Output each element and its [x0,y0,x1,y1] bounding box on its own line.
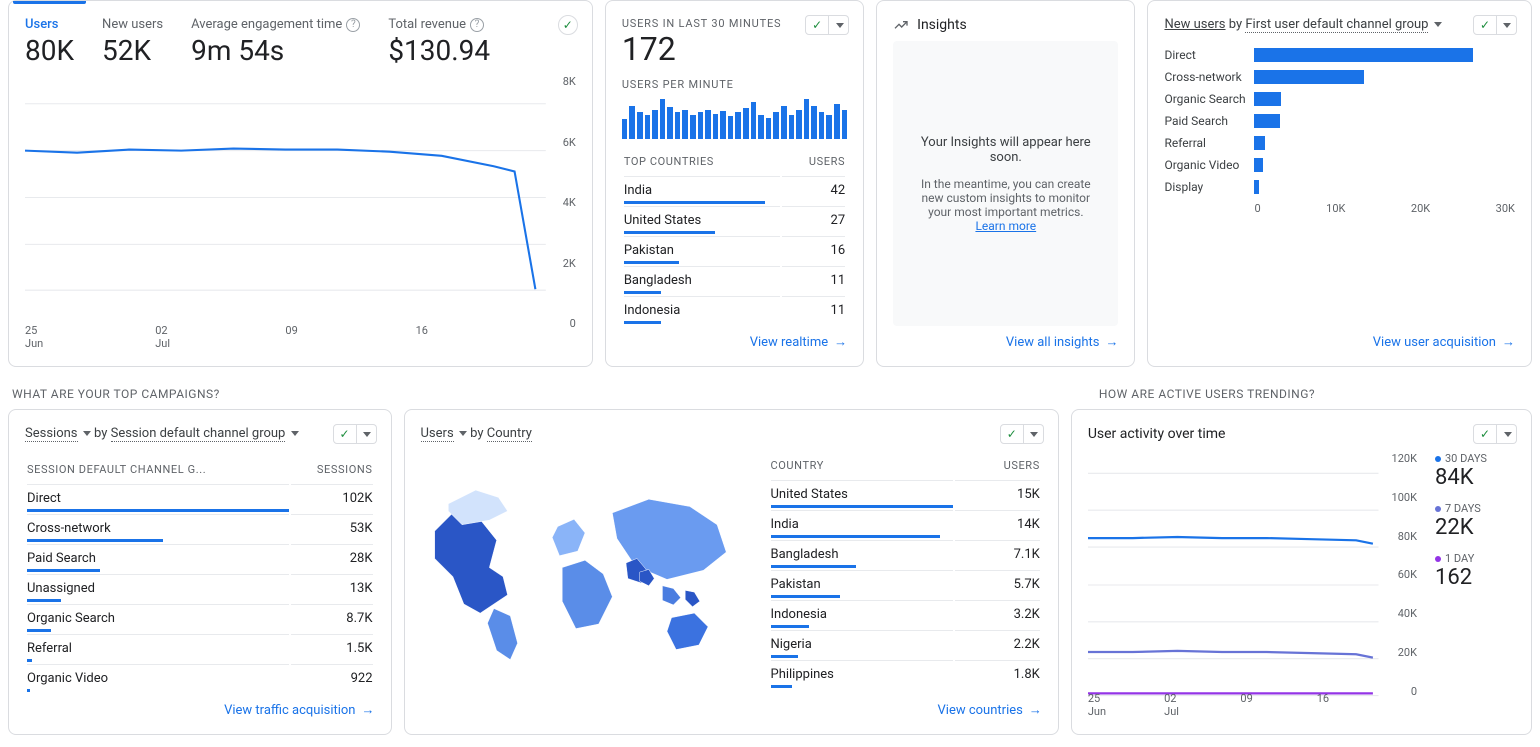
legend-item: 7 DAYS22K [1435,502,1515,540]
table-row[interactable]: India42 [624,176,845,204]
hbar-row: Organic Search [1164,88,1515,110]
table-row[interactable]: Pakistan16 [624,236,845,264]
hbar-row: Cross-network [1164,66,1515,88]
new-users-bar-chart: DirectCross-networkOrganic SearchPaid Se… [1164,44,1515,198]
metric-users[interactable]: Users80K [25,17,74,67]
table-row[interactable]: United States27 [624,206,845,234]
col-users: USERS [782,149,845,174]
table-row[interactable]: Unassigned13K [27,574,373,602]
status-check-icon[interactable]: ✓ [333,424,357,444]
arrow-right-icon: → [1502,334,1515,350]
view-traffic-acquisition-link[interactable]: View traffic acquisition → [224,702,374,718]
col-country: COUNTRY [771,453,953,478]
world-map [421,481,749,663]
arrow-right-icon: → [1029,702,1042,718]
table-row[interactable]: Indonesia3.2K [771,600,1040,628]
insights-sub: In the meantime, you can create new cust… [921,177,1091,219]
spark-title: USERS PER MINUTE [622,78,847,91]
hbar-row: Direct [1164,44,1515,66]
hbar-row: Referral [1164,132,1515,154]
metric-total-revenue[interactable]: Total revenue ?$130.94 [388,17,490,67]
hbar-row: Paid Search [1164,110,1515,132]
arrow-right-icon: → [1105,334,1118,350]
table-row[interactable]: Pakistan5.7K [771,570,1040,598]
insights-title: Insights [917,17,967,33]
insights-icon [893,17,909,33]
learn-more-link[interactable]: Learn more [975,219,1036,233]
view-user-acquisition-link[interactable]: View user acquisition → [1373,334,1515,350]
col-sessions: SESSIONS [291,457,372,482]
status-check-icon[interactable]: ✓ [558,15,578,35]
view-realtime-link[interactable]: View realtime → [750,334,847,350]
table-row[interactable]: Direct102K [27,484,373,512]
arrow-right-icon: → [834,334,847,350]
section-trending: HOW ARE ACTIVE USERS TRENDING? [1099,387,1532,401]
section-campaigns: WHAT ARE YOUR TOP CAMPAIGNS? [12,387,1095,401]
metric-new-users[interactable]: New users52K [102,17,163,67]
table-row[interactable]: Nigeria2.2K [771,630,1040,658]
chevron-down-icon[interactable] [1024,424,1044,444]
hbar-row: Organic Video [1164,154,1515,176]
col-channel: SESSION DEFAULT CHANNEL G... [27,457,289,482]
realtime-card: ✓ USERS IN LAST 30 MINUTES 172 USERS PER… [605,0,864,367]
table-row[interactable]: Indonesia11 [624,296,845,324]
chevron-down-icon[interactable] [829,15,849,35]
chevron-down-icon[interactable] [1497,424,1517,444]
table-row[interactable]: India14K [771,510,1040,538]
table-row[interactable]: Philippines1.8K [771,660,1040,688]
col-countries: TOP COUNTRIES [624,149,780,174]
help-icon[interactable]: ? [346,18,360,32]
help-icon[interactable]: ? [470,18,484,32]
chevron-down-icon[interactable] [357,424,377,444]
insights-message: Your Insights will appear here soon. [913,135,1098,165]
overview-card: ✓ Users80K New users52K Average engagement… [8,0,593,367]
users-per-minute-chart [622,99,847,139]
activity-title: User activity over time [1088,426,1515,442]
user-activity-card: ✓ User activity over time 120K100K80K60K… [1071,409,1532,735]
table-row[interactable]: Bangladesh7.1K [771,540,1040,568]
insights-card: Insights Your Insights will appear here … [876,0,1135,367]
status-check-icon[interactable]: ✓ [1473,424,1497,444]
table-row[interactable]: Organic Video922 [27,664,373,692]
status-check-icon[interactable]: ✓ [1473,15,1497,35]
table-row[interactable]: United States15K [771,480,1040,508]
users-by-country-card: ✓ Users by Country [404,409,1059,735]
new-users-selector[interactable]: New users by First user default channel … [1164,17,1515,32]
col-users2: USERS [955,453,1040,478]
status-check-icon[interactable]: ✓ [805,15,829,35]
table-row[interactable]: Referral1.5K [27,634,373,662]
view-all-insights-link[interactable]: View all insights → [1006,334,1119,350]
users-country-selector[interactable]: Users by Country [421,426,1042,441]
sessions-card: ✓ Sessions by Session default channel gr… [8,409,392,735]
table-row[interactable]: Paid Search28K [27,544,373,572]
table-row[interactable]: Cross-network53K [27,514,373,542]
activity-line-chart [1088,452,1423,718]
legend-item: 30 DAYS84K [1435,452,1515,490]
legend-item: 1 DAY162 [1435,552,1515,590]
chevron-down-icon[interactable] [1497,15,1517,35]
realtime-value: 172 [622,30,847,68]
view-countries-link[interactable]: View countries → [938,702,1042,718]
table-row[interactable]: Bangladesh11 [624,266,845,294]
status-check-icon[interactable]: ✓ [1000,424,1024,444]
hbar-row: Display [1164,176,1515,198]
overview-line-chart [25,75,546,320]
sessions-selector[interactable]: Sessions by Session default channel grou… [25,426,375,441]
arrow-right-icon: → [362,702,375,718]
metric-average-engagement-time[interactable]: Average engagement time ?9m 54s [191,17,360,67]
new-users-channel-card: ✓ New users by First user default channe… [1147,0,1532,367]
table-row[interactable]: Organic Search8.7K [27,604,373,632]
